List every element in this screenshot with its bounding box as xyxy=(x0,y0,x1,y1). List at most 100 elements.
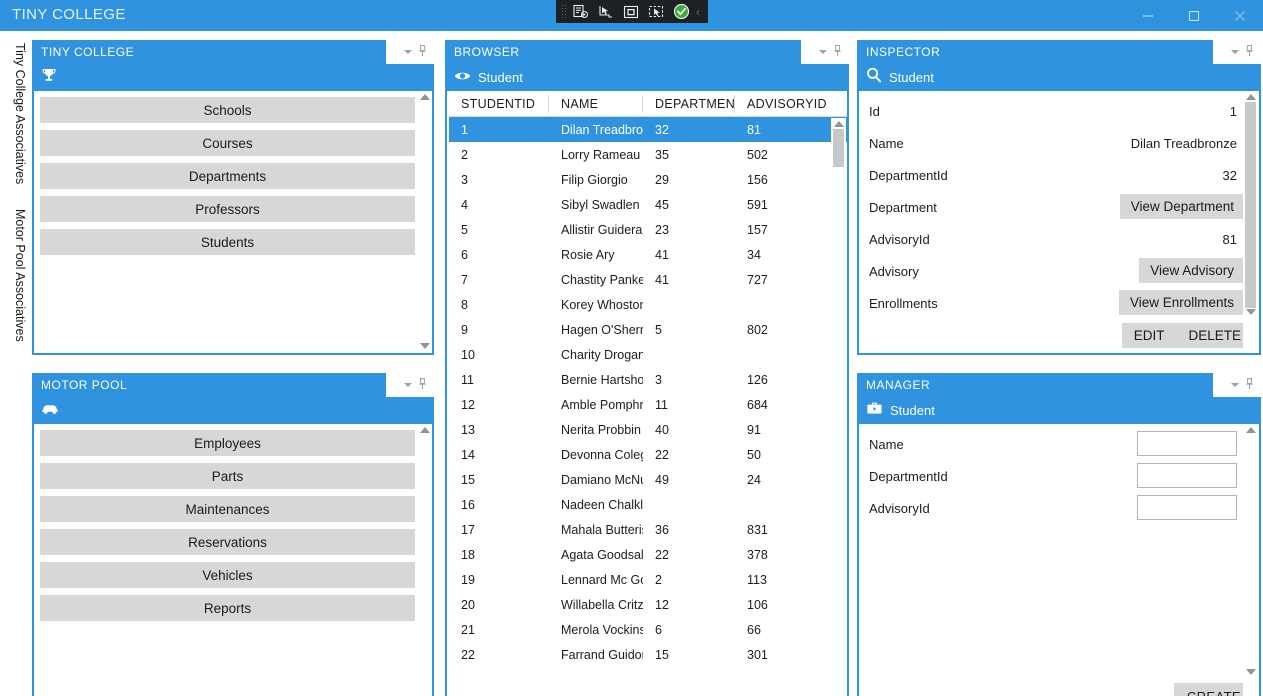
table-row[interactable]: 19 Lennard Mc Gor 2 113 xyxy=(449,567,847,592)
table-row[interactable]: 15 Damiano McNu 49 24 xyxy=(449,467,847,492)
tiny-college-scrollbar[interactable] xyxy=(417,91,432,351)
pin-icon[interactable] xyxy=(418,377,427,393)
inspector-view-button[interactable]: View Enrollments xyxy=(1118,290,1245,315)
nav-button-reservations[interactable]: Reservations xyxy=(40,529,415,555)
panel-tiny-college: TINY COLLEGE Schools Courses Departments… xyxy=(32,40,434,355)
sidebar-item-tiny-college-associatives[interactable]: Tiny College Associatives xyxy=(0,37,27,197)
drag-select-icon[interactable] xyxy=(645,2,667,21)
create-button[interactable]: CREATE xyxy=(1173,683,1254,696)
table-row[interactable]: 20 Willabella Critze 12 106 xyxy=(449,592,847,617)
chevron-down-icon[interactable] xyxy=(404,383,412,387)
manager-input-advisoryid[interactable] xyxy=(1137,495,1237,520)
table-row[interactable]: 2 Lorry Rameau 35 502 xyxy=(449,142,847,167)
cell-studentid: 20 xyxy=(461,597,475,612)
scroll-thumb[interactable] xyxy=(1245,102,1256,308)
inspector-scrollbar[interactable] xyxy=(1243,91,1258,351)
sidebar-item-motor-pool-associatives[interactable]: Motor Pool Associatives xyxy=(0,203,27,363)
table-row[interactable]: 1 Dilan Treadbron 32 81 xyxy=(449,117,847,142)
scroll-up-button[interactable] xyxy=(1245,92,1256,101)
table-row[interactable]: 13 Nerita Probbin 40 91 xyxy=(449,417,847,442)
toolbar-drag-handle[interactable] xyxy=(561,4,566,19)
cell-departmentid: 12 xyxy=(655,597,669,612)
scroll-up-button[interactable] xyxy=(833,119,844,128)
column-header-studentid[interactable]: STUDENTID xyxy=(449,94,549,113)
nav-button-maintenances[interactable]: Maintenances xyxy=(40,496,415,522)
cell-advisoryid: 34 xyxy=(747,247,761,262)
nav-button-professors[interactable]: Professors xyxy=(40,196,415,222)
scroll-up-button[interactable] xyxy=(419,92,430,101)
cursor-click-icon[interactable] xyxy=(595,2,617,21)
scroll-down-button[interactable] xyxy=(1245,667,1256,676)
chevron-down-icon[interactable] xyxy=(1231,383,1239,387)
table-row[interactable]: 21 Merola Vockins 6 66 xyxy=(449,617,847,642)
column-header-advisoryid[interactable]: ADVISORYID xyxy=(735,95,829,113)
nav-button-courses[interactable]: Courses xyxy=(40,130,415,156)
scroll-up-button[interactable] xyxy=(1245,425,1256,434)
table-row[interactable]: 5 Allistir Guidera 23 157 xyxy=(449,217,847,242)
manager-input-departmentid[interactable] xyxy=(1137,463,1237,488)
table-row[interactable]: 16 Nadeen Chalkly xyxy=(449,492,847,517)
motor-pool-scrollbar[interactable] xyxy=(417,424,432,696)
motor-pool-nav-list: Employees Parts Maintenances Reservation… xyxy=(40,430,415,628)
table-row[interactable]: 11 Bernie Hartshor 3 126 xyxy=(449,367,847,392)
nav-button-vehicles[interactable]: Vehicles xyxy=(40,562,415,588)
panel-title: TINY COLLEGE xyxy=(41,45,135,59)
table-row[interactable]: 6 Rosie Ary 41 34 xyxy=(449,242,847,267)
pin-icon[interactable] xyxy=(418,44,427,60)
eye-icon xyxy=(454,69,471,87)
cell-advisoryid: 156 xyxy=(747,172,768,187)
table-row[interactable]: 18 Agata Goodsall 22 378 xyxy=(449,542,847,567)
chevron-down-icon[interactable] xyxy=(1231,50,1239,54)
table-row[interactable]: 4 Sibyl Swadlen 45 591 xyxy=(449,192,847,217)
cell-advisoryid: 802 xyxy=(747,322,768,337)
nav-button-reports[interactable]: Reports xyxy=(40,595,415,621)
pin-icon[interactable] xyxy=(1245,377,1254,393)
table-row[interactable]: 9 Hagen O'Sherrin 5 802 xyxy=(449,317,847,342)
column-header-departmentid[interactable]: DEPARTMEN' xyxy=(643,94,735,113)
nav-button-parts[interactable]: Parts xyxy=(40,463,415,489)
close-button[interactable] xyxy=(1217,0,1263,31)
pin-icon[interactable] xyxy=(1245,44,1254,60)
manager-scrollbar[interactable] xyxy=(1243,424,1258,696)
table-row[interactable]: 14 Devonna Colegr 22 50 xyxy=(449,442,847,467)
inspector-field-value: 32 xyxy=(1222,167,1237,183)
maximize-button[interactable] xyxy=(1171,0,1217,31)
table-row[interactable]: 10 Charity Drogan xyxy=(449,342,847,367)
edit-button[interactable]: EDIT xyxy=(1122,323,1177,348)
table-row[interactable]: 22 Farrand Guidoni 15 301 xyxy=(449,642,847,667)
panel-header-buttons xyxy=(386,373,434,397)
pin-icon[interactable] xyxy=(833,44,842,60)
inspector-view-button[interactable]: View Advisory xyxy=(1139,258,1245,283)
cell-departmentid: 36 xyxy=(655,522,669,537)
collapse-toolbar-button[interactable]: ‹ xyxy=(695,5,700,19)
table-row[interactable]: 17 Mahala Butteris 36 831 xyxy=(449,517,847,542)
scroll-down-button[interactable] xyxy=(419,341,430,350)
manager-row: AdvisoryId xyxy=(859,492,1245,524)
table-row[interactable]: 3 Filip Giorgio 29 156 xyxy=(449,167,847,192)
table-row[interactable]: 7 Chastity Pankett 41 727 xyxy=(449,267,847,292)
column-header-name[interactable]: NAME xyxy=(549,94,643,113)
scroll-up-button[interactable] xyxy=(419,425,430,434)
nav-button-employees[interactable]: Employees xyxy=(40,430,415,456)
nav-button-departments[interactable]: Departments xyxy=(40,163,415,189)
browser-scrollbar[interactable] xyxy=(831,118,846,696)
minimize-button[interactable] xyxy=(1125,0,1171,31)
inspector-field-label: AdvisoryId xyxy=(869,231,930,247)
chevron-down-icon[interactable] xyxy=(404,50,412,54)
cell-name: Devonna Colegr xyxy=(561,447,643,462)
scroll-thumb[interactable] xyxy=(833,129,844,167)
inspector-view-button[interactable]: View Department xyxy=(1119,194,1245,219)
table-row[interactable]: 12 Amble Pomphre 11 684 xyxy=(449,392,847,417)
delete-button[interactable]: DELETE xyxy=(1176,323,1253,348)
panel-title: BROWSER xyxy=(454,45,520,59)
nav-button-schools[interactable]: Schools xyxy=(40,97,415,123)
chevron-down-icon[interactable] xyxy=(819,50,827,54)
check-circle-icon[interactable] xyxy=(670,2,692,21)
table-row[interactable]: 8 Korey Whoston xyxy=(449,292,847,317)
screenshot-settings-icon[interactable] xyxy=(570,2,592,21)
scroll-down-button[interactable] xyxy=(1245,307,1256,316)
cell-departmentid: 45 xyxy=(655,197,669,212)
nav-button-students[interactable]: Students xyxy=(40,229,415,255)
select-region-icon[interactable] xyxy=(620,2,642,21)
manager-input-name[interactable] xyxy=(1137,431,1237,456)
